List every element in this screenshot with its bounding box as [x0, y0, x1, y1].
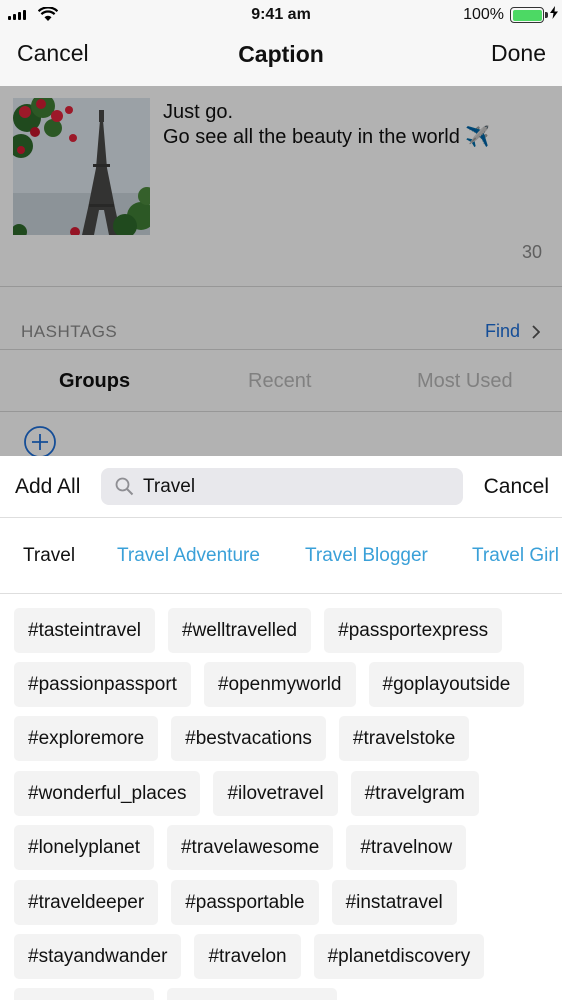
hashtag-row: #traveldeeper #passportable #instatravel	[14, 880, 457, 925]
hashtag-chip[interactable]: #travelnow	[346, 825, 467, 870]
hashtag-row: #exploremore #bestvacations #travelstoke	[14, 716, 470, 761]
hashtag-chip[interactable]: #travelon	[194, 934, 301, 979]
hashtag-chip[interactable]: #openmyworld	[203, 662, 356, 707]
hashtag-chip[interactable]: #traveldeeper	[14, 880, 159, 925]
hashtag-row: #tasteintravel #welltravelled #passporte…	[14, 608, 503, 653]
search-cancel-button[interactable]: Cancel	[484, 475, 549, 499]
hashtag-row: #lonelyplanet #travelawesome #travelnow	[14, 825, 467, 870]
hashtag-chip[interactable]: #passportable	[171, 880, 319, 925]
category-tab-travel-adventure[interactable]: Travel Adventure	[117, 545, 260, 567]
hashtag-chip[interactable]: #travelstoke	[338, 716, 470, 761]
hashtag-chip[interactable]: #exploremore	[14, 716, 159, 761]
charging-bolt-icon	[550, 6, 558, 19]
battery-percent: 100%	[463, 6, 504, 23]
category-tab-travel-girl[interactable]: Travel Girl	[472, 545, 559, 567]
hashtag-chip[interactable]: #travelgram	[350, 771, 479, 816]
hashtag-list: #tasteintravel #welltravelled #passporte…	[0, 594, 562, 1000]
hashtag-chip[interactable]: #welltravelled	[168, 608, 312, 653]
hashtag-chip[interactable]: #passionpassport	[14, 662, 191, 707]
status-bar: 9:41 am 100%	[0, 0, 562, 32]
hashtag-chip[interactable]: #planetdiscovery	[313, 934, 485, 979]
hashtag-chip[interactable]: #wonderful_places	[14, 771, 201, 816]
hashtag-chip[interactable]: #goplayoutside	[368, 662, 525, 707]
hashtag-chip[interactable]: #instatravel	[331, 880, 457, 925]
hashtag-row: #stayandwander #travelon #planetdiscover…	[14, 934, 485, 979]
hashtag-row: #wonderful_places #ilovetravel #travelgr…	[14, 771, 479, 816]
hashtag-chip[interactable]: #passportexpress	[324, 608, 503, 653]
hashtag-chip[interactable]: #travelawesome	[166, 825, 334, 870]
hashtag-chip[interactable]: #tasteintravel	[14, 608, 156, 653]
done-button[interactable]: Done	[491, 40, 546, 67]
hashtag-search-bar: Add All Cancel	[0, 456, 562, 518]
add-all-button[interactable]: Add All	[15, 475, 80, 499]
search-input[interactable]	[143, 468, 443, 505]
page-title: Caption	[238, 41, 324, 67]
hashtag-row	[14, 988, 337, 1000]
hashtag-chip[interactable]: #ilovetravel	[213, 771, 338, 816]
battery-icon	[510, 7, 548, 23]
hashtag-chip[interactable]: #stayandwander	[14, 934, 182, 979]
category-tabs: Travel Travel Adventure Travel Blogger T…	[0, 518, 562, 594]
hashtag-chip[interactable]: #lonelyplanet	[14, 825, 154, 870]
nav-bar: Cancel Caption Done	[0, 32, 562, 86]
hashtag-row: #passionpassport #openmyworld #goplayout…	[14, 662, 525, 707]
dim-overlay[interactable]	[0, 86, 562, 456]
category-tab-travel[interactable]: Travel	[23, 545, 75, 567]
search-icon	[115, 477, 134, 496]
hashtag-chip[interactable]	[14, 988, 154, 1000]
category-tab-travel-blogger[interactable]: Travel Blogger	[305, 545, 428, 567]
hashtag-chip[interactable]: #bestvacations	[171, 716, 326, 761]
search-field[interactable]	[101, 468, 463, 505]
hashtag-chip[interactable]	[167, 988, 337, 1000]
